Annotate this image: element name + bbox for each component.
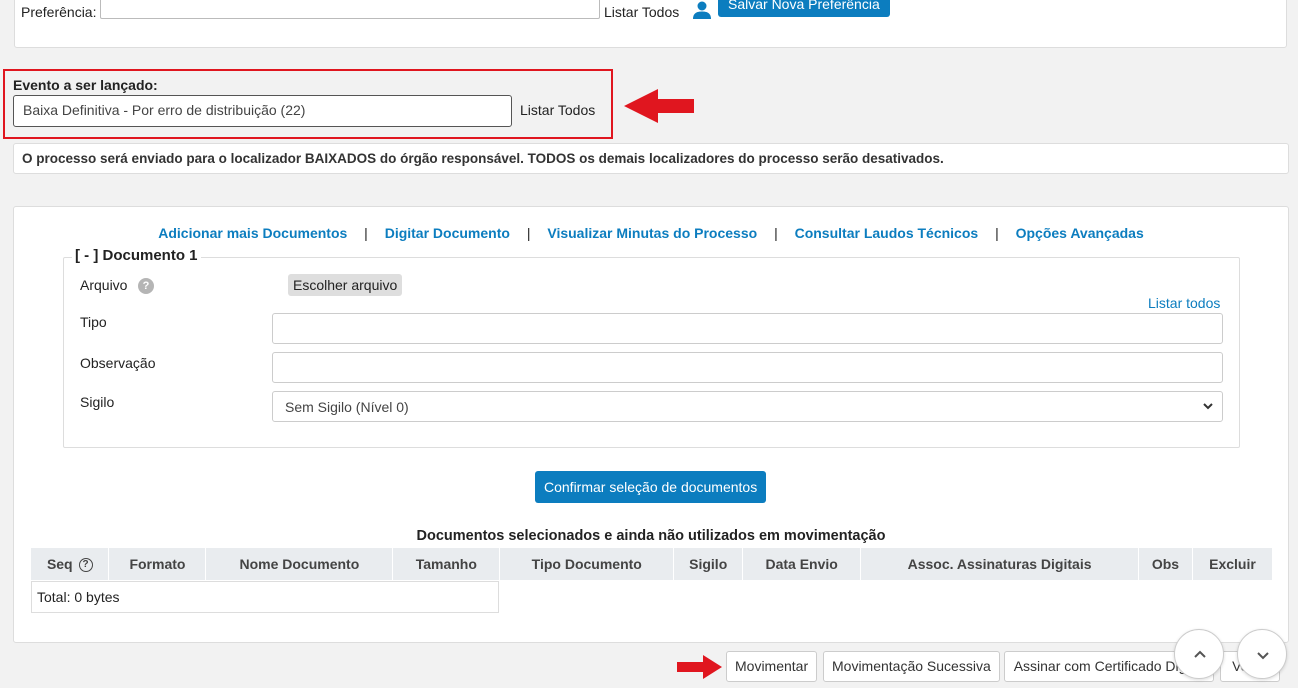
help-icon[interactable]: ? xyxy=(138,278,154,294)
table-header-row: Seq ? Formato Nome Documento Tamanho Tip… xyxy=(31,548,1274,580)
movimentacao-sucessiva-button[interactable]: Movimentação Sucessiva xyxy=(823,651,1000,682)
link-separator: | xyxy=(364,225,368,241)
digitar-documento-link[interactable]: Digitar Documento xyxy=(385,225,510,241)
user-icon[interactable] xyxy=(692,0,712,20)
col-data-envio[interactable]: Data Envio xyxy=(742,548,862,580)
red-arrow-icon xyxy=(624,89,694,123)
col-excluir[interactable]: Excluir xyxy=(1192,548,1274,580)
chevron-down-icon xyxy=(1203,403,1213,410)
sigilo-selected-value: Sem Sigilo (Nível 0) xyxy=(285,399,409,415)
chevron-up-icon xyxy=(1194,650,1206,658)
evento-label: Evento a ser lançado: xyxy=(13,77,158,93)
confirm-selection-button[interactable]: Confirmar seleção de documentos xyxy=(535,471,767,503)
observacao-input[interactable] xyxy=(272,352,1223,383)
col-seq-label: Seq xyxy=(46,555,73,572)
table-title: Documentos selecionados e ainda não util… xyxy=(416,528,886,544)
link-separator: | xyxy=(526,225,531,241)
consultar-laudos-link[interactable]: Consultar Laudos Técnicos xyxy=(795,225,979,241)
evento-input[interactable]: Baixa Definitiva - Por erro de distribui… xyxy=(13,95,512,127)
help-icon[interactable]: ? xyxy=(78,558,93,573)
link-separator: | xyxy=(995,225,999,241)
save-preference-button[interactable]: Salvar Nova Preferência xyxy=(718,0,890,17)
sigilo-label: Sigilo xyxy=(80,394,115,410)
col-tamanho[interactable]: Tamanho xyxy=(392,548,501,580)
arquivo-label: Arquivo xyxy=(80,277,128,293)
documento-legend[interactable]: [ - ] Documento 1 xyxy=(72,247,201,264)
preferencia-input[interactable] xyxy=(100,0,600,19)
col-tipo-documento[interactable]: Tipo Documento xyxy=(499,548,675,580)
scroll-up-button[interactable] xyxy=(1174,629,1224,679)
tipo-input[interactable] xyxy=(272,313,1223,344)
preferencia-listar-todos-link[interactable]: Listar Todos xyxy=(604,4,679,20)
observacao-label: Observação xyxy=(80,355,156,371)
chevron-down-icon xyxy=(1257,652,1269,660)
scroll-down-button[interactable] xyxy=(1237,629,1287,679)
visualizar-minutas-link[interactable]: Visualizar Minutas do Processo xyxy=(547,225,757,241)
documents-panel: Adicionar mais Documentos | Digitar Docu… xyxy=(13,206,1289,643)
choose-file-button[interactable]: Escolher arquivo xyxy=(288,274,403,296)
movimentar-button[interactable]: Movimentar xyxy=(726,651,818,682)
table-total: Total: 0 bytes xyxy=(31,581,499,613)
evento-highlight-box: Evento a ser lançado: Baixa Definitiva -… xyxy=(3,69,613,139)
col-formato[interactable]: Formato xyxy=(108,548,207,580)
opcoes-avancadas-link[interactable]: Opções Avançadas xyxy=(1016,225,1144,241)
documents-table: Seq ? Formato Nome Documento Tamanho Tip… xyxy=(31,548,1274,580)
col-assoc-assinaturas[interactable]: Assoc. Assinaturas Digitais xyxy=(860,548,1139,580)
col-sigilo[interactable]: Sigilo xyxy=(673,548,744,580)
sigilo-select[interactable]: Sem Sigilo (Nível 0) xyxy=(272,391,1223,422)
tipo-listar-todos-link[interactable]: Listar todos xyxy=(1148,295,1220,311)
col-seq[interactable]: Seq ? xyxy=(31,548,110,580)
col-obs[interactable]: Obs xyxy=(1138,548,1193,580)
col-nome-documento[interactable]: Nome Documento xyxy=(205,548,394,580)
evento-listar-todos-link[interactable]: Listar Todos xyxy=(520,102,595,118)
red-arrow-icon xyxy=(677,655,722,679)
info-message: O processo será enviado para o localizad… xyxy=(13,143,1289,174)
preferencia-label: Preferência: xyxy=(21,4,97,20)
document-links-row: Adicionar mais Documentos | Digitar Docu… xyxy=(14,225,1288,241)
link-separator: | xyxy=(774,225,778,241)
tipo-label: Tipo xyxy=(80,314,107,330)
preference-panel: Preferência: Listar Todos Salvar Nova Pr… xyxy=(14,0,1287,48)
adicionar-documentos-link[interactable]: Adicionar mais Documentos xyxy=(158,225,347,241)
